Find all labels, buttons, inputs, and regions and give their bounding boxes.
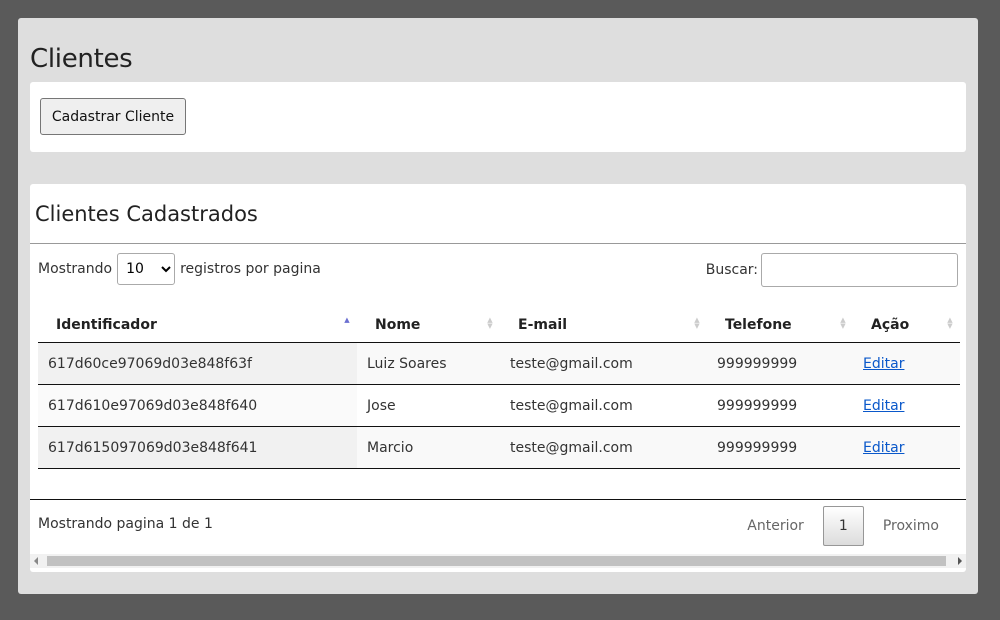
divider: [30, 499, 966, 500]
cell-nome: Luiz Soares: [357, 342, 500, 385]
sort-icon: ▲▼: [947, 316, 953, 330]
main-panel: Clientes Cadastrar Cliente Clientes Cada…: [18, 18, 978, 594]
length-suffix: registros por pagina: [180, 261, 321, 277]
column-header-nome[interactable]: Nome ▲ ▼: [357, 308, 500, 343]
add-client-button[interactable]: Cadastrar Cliente: [40, 98, 186, 135]
clients-table-card: Clientes Cadastrados Mostrando 10 regist…: [30, 184, 966, 572]
column-header-telefone[interactable]: Telefone ▲ ▼: [707, 308, 853, 343]
table-row: 617d615097069d03e848f641 Marcio teste@gm…: [38, 426, 960, 469]
table-info: Mostrando pagina 1 de 1: [38, 516, 213, 532]
page-title: Clientes: [30, 44, 133, 74]
scroll-right-icon[interactable]: [958, 557, 962, 565]
column-header-acao[interactable]: Ação ▲ ▼: [853, 308, 960, 343]
cell-acao: Editar: [853, 342, 960, 385]
scrollbar-thumb[interactable]: [47, 556, 946, 566]
column-header-email[interactable]: E-mail ▲ ▼: [500, 308, 707, 343]
divider: [30, 243, 966, 244]
search-label: Buscar:: [705, 262, 758, 278]
next-page-button[interactable]: Proximo: [864, 518, 958, 534]
column-header-identificador[interactable]: Identificador▲▼: [38, 308, 357, 343]
pagination: Anterior 1 Proximo: [728, 505, 958, 547]
cell-email: teste@gmail.com: [500, 384, 707, 427]
sort-icon: ▲▼: [344, 316, 350, 324]
edit-link[interactable]: Editar: [863, 356, 904, 372]
cell-acao: Editar: [853, 426, 960, 469]
actions-card: Cadastrar Cliente: [30, 82, 966, 152]
cell-email: teste@gmail.com: [500, 342, 707, 385]
cell-identificador: 617d615097069d03e848f641: [38, 426, 357, 469]
cell-identificador: 617d610e97069d03e848f640: [38, 384, 357, 427]
horizontal-scrollbar[interactable]: [30, 554, 966, 568]
cell-nome: Marcio: [357, 426, 500, 469]
sort-icon: ▲▼: [694, 316, 700, 330]
cell-email: teste@gmail.com: [500, 426, 707, 469]
edit-link[interactable]: Editar: [863, 398, 904, 414]
cell-nome: Jose: [357, 384, 500, 427]
page-length-control: Mostrando 10 registros por pagina: [38, 252, 321, 286]
cell-telefone: 999999999: [707, 426, 853, 469]
table-row: 617d610e97069d03e848f640 Jose teste@gmai…: [38, 384, 960, 427]
clients-table: Identificador▲▼ Nome▲▼ E-mail▲▼ Telefone…: [38, 308, 960, 469]
page-number-button[interactable]: 1: [822, 506, 864, 546]
cell-telefone: 999999999: [707, 384, 853, 427]
sort-icon: ▲▼: [487, 316, 493, 330]
cell-telefone: 999999999: [707, 342, 853, 385]
scroll-left-icon[interactable]: [34, 557, 38, 565]
cell-identificador: 617d60ce97069d03e848f63f: [38, 342, 357, 385]
search-input[interactable]: [761, 253, 958, 287]
search-control: Buscar:: [706, 252, 958, 288]
sort-icon: ▲▼: [840, 316, 846, 330]
cell-acao: Editar: [853, 384, 960, 427]
card-title: Clientes Cadastrados: [35, 202, 258, 226]
length-prefix: Mostrando: [38, 261, 113, 277]
edit-link[interactable]: Editar: [863, 440, 904, 456]
table-row: 617d60ce97069d03e848f63f Luiz Soares tes…: [38, 342, 960, 385]
previous-page-button[interactable]: Anterior: [728, 518, 823, 534]
page-length-select[interactable]: 10: [117, 253, 176, 285]
table-header-row: Identificador▲▼ Nome▲▼ E-mail▲▼ Telefone…: [38, 308, 960, 343]
